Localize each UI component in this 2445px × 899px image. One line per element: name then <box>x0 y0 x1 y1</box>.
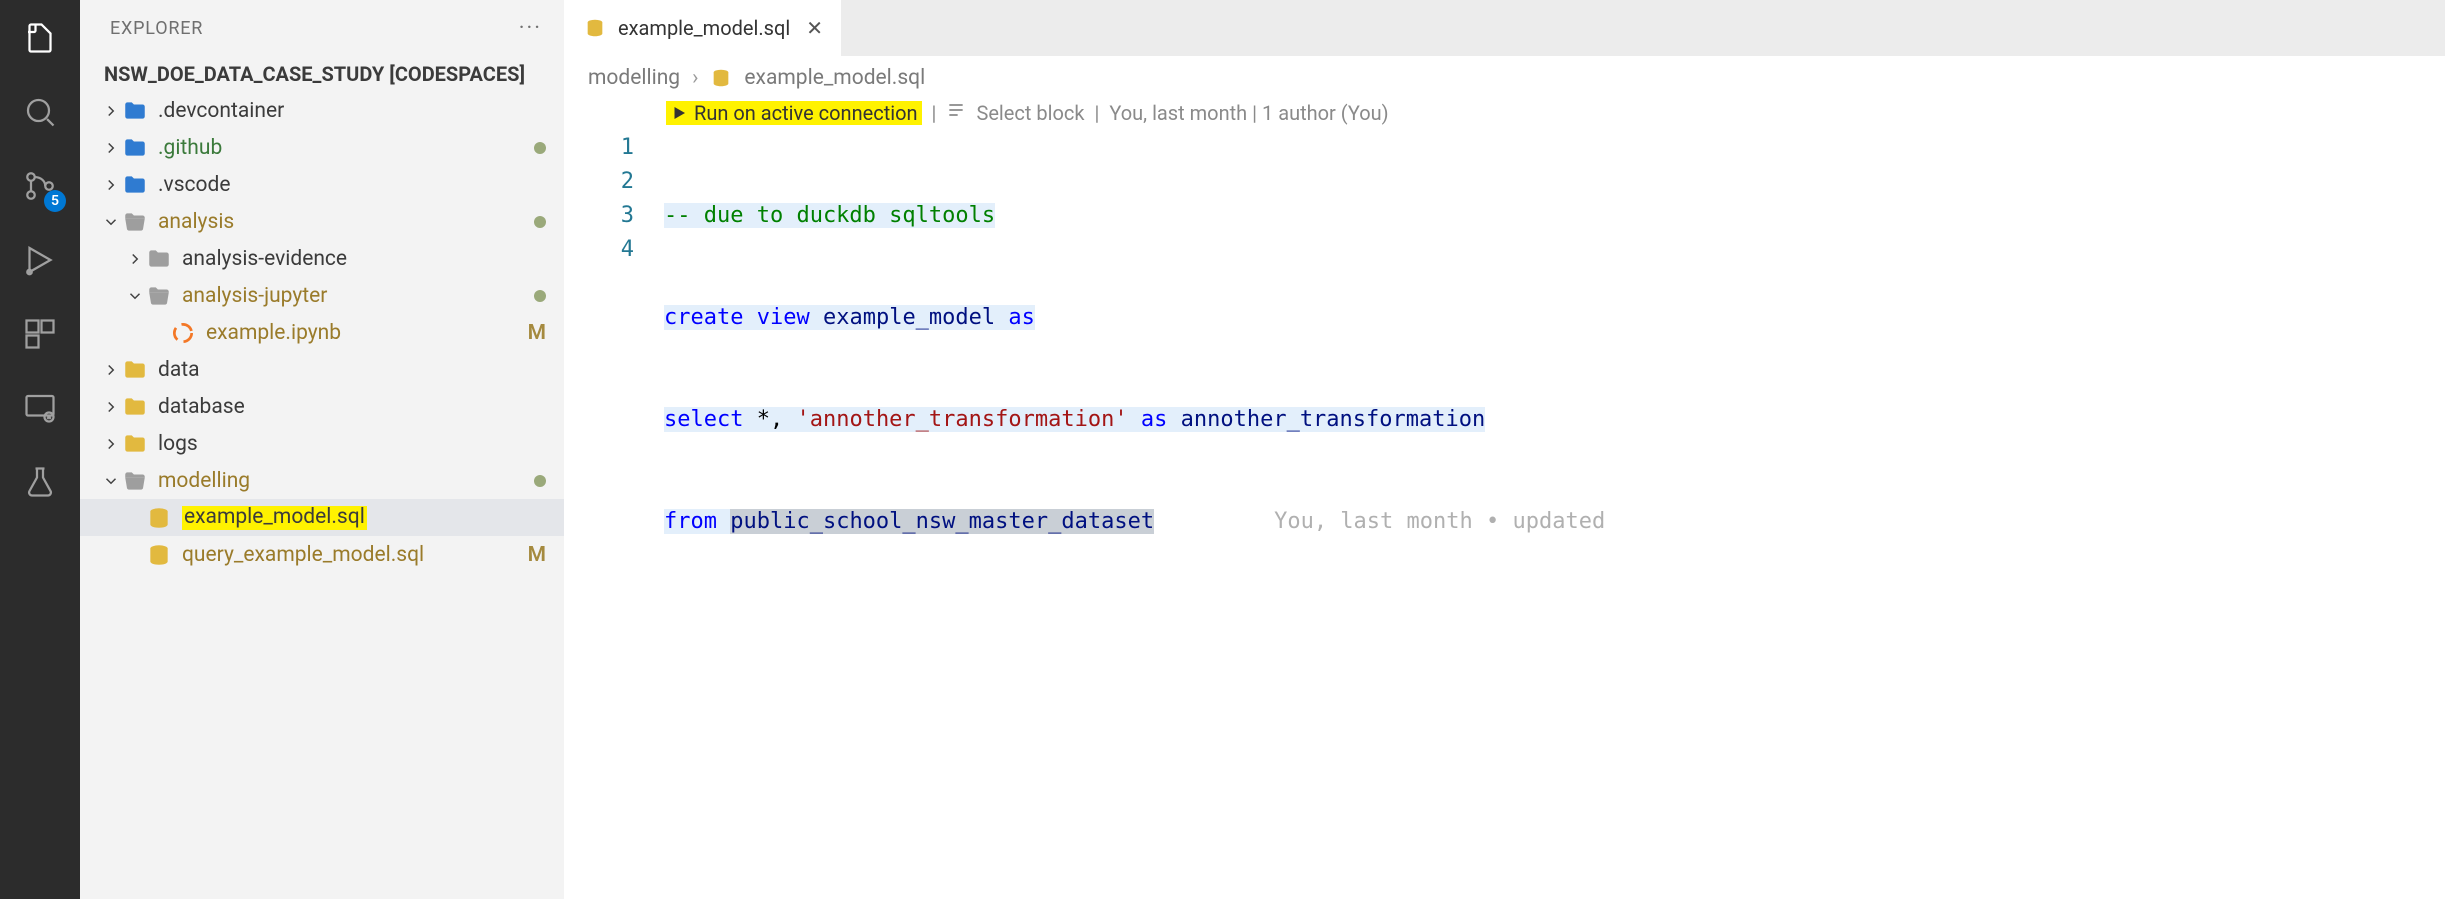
chevron-down-icon <box>124 287 146 305</box>
chevron-right-icon <box>100 398 122 416</box>
chevron-right-icon <box>100 102 122 120</box>
folder-modelling[interactable]: modelling <box>80 462 564 499</box>
folder-github[interactable]: .github <box>80 129 564 166</box>
sql-file-icon <box>146 505 172 531</box>
folder-analysis[interactable]: analysis <box>80 203 564 240</box>
explorer-sidebar: EXPLORER ··· NSW_DOE_DATA_CASE_STUDY [CO… <box>80 0 564 899</box>
folder-label: analysis <box>158 210 534 234</box>
activity-bar: 5 <box>0 0 80 899</box>
file-example-ipynb[interactable]: example.ipynb M <box>80 314 564 351</box>
tab-example-model[interactable]: example_model.sql ✕ <box>564 0 841 56</box>
run-debug-icon[interactable] <box>16 236 64 284</box>
chevron-down-icon <box>100 472 122 490</box>
folder-analysis-evidence[interactable]: analysis-evidence <box>80 240 564 277</box>
git-dot-icon <box>534 142 546 154</box>
sql-file-icon <box>710 67 732 89</box>
folder-data[interactable]: data <box>80 351 564 388</box>
folder-devcontainer[interactable]: .devcontainer <box>80 92 564 129</box>
folder-label: analysis-evidence <box>182 247 546 271</box>
git-status-modified: M <box>528 321 546 345</box>
close-icon[interactable]: ✕ <box>802 16 827 40</box>
folder-vscode[interactable]: .vscode <box>80 166 564 203</box>
folder-open-icon <box>122 209 148 235</box>
tab-label: example_model.sql <box>618 16 790 40</box>
folder-icon <box>122 357 148 383</box>
project-name: NSW_DOE_DATA_CASE_STUDY [CODESPACES] <box>104 62 525 86</box>
folder-label: data <box>158 358 546 382</box>
folder-label: .devcontainer <box>158 99 546 123</box>
code-content[interactable]: -- due to duckdb sqltools create view ex… <box>664 131 2445 607</box>
folder-icon <box>122 98 148 124</box>
extensions-icon[interactable] <box>16 310 64 358</box>
chevron-right-icon <box>100 176 122 194</box>
chevron-right-icon <box>124 250 146 268</box>
project-root[interactable]: NSW_DOE_DATA_CASE_STUDY [CODESPACES] <box>80 56 564 92</box>
folder-label: .vscode <box>158 173 546 197</box>
file-example-model-sql[interactable]: example_model.sql <box>80 499 564 536</box>
chevron-right-icon <box>100 361 122 379</box>
breadcrumb-segment[interactable]: example_model.sql <box>744 66 925 90</box>
tab-strip: example_model.sql ✕ <box>564 0 2445 56</box>
sql-file-icon <box>146 542 172 568</box>
explorer-icon[interactable] <box>16 14 64 62</box>
select-block-action[interactable]: Select block <box>976 101 1084 125</box>
folder-logs[interactable]: logs <box>80 425 564 462</box>
git-dot-icon <box>534 216 546 228</box>
git-status-modified: M <box>528 543 546 567</box>
folder-open-icon <box>122 468 148 494</box>
file-label: query_example_model.sql <box>182 543 528 567</box>
codelens-bar: Run on active connection | Select block … <box>564 96 2445 131</box>
source-control-icon[interactable]: 5 <box>16 162 64 210</box>
file-query-example-model-sql[interactable]: query_example_model.sql M <box>80 536 564 573</box>
folder-analysis-jupyter[interactable]: analysis-jupyter <box>80 277 564 314</box>
folder-database[interactable]: database <box>80 388 564 425</box>
author-info[interactable]: You, last month | 1 author (You) <box>1109 101 1388 125</box>
explorer-more-icon[interactable]: ··· <box>519 16 542 41</box>
git-blame-inline: You, last month • updated <box>1274 505 1618 539</box>
chevron-right-icon <box>100 435 122 453</box>
code-editor[interactable]: 1234 -- due to duckdb sqltools create vi… <box>564 131 2445 607</box>
remote-explorer-icon[interactable] <box>16 384 64 432</box>
file-tree: .devcontainer .github .vscode analysis a… <box>80 92 564 573</box>
run-on-connection-action[interactable]: Run on active connection <box>666 101 922 125</box>
source-control-badge: 5 <box>44 190 66 212</box>
explorer-header: EXPLORER ··· <box>80 0 564 56</box>
sql-file-icon <box>584 17 606 39</box>
folder-label: database <box>158 395 546 419</box>
select-block-icon <box>946 100 966 125</box>
line-gutter: 1234 <box>564 131 664 607</box>
file-label: example_model.sql <box>182 505 546 529</box>
git-dot-icon <box>534 290 546 302</box>
folder-icon <box>122 135 148 161</box>
chevron-down-icon <box>100 213 122 231</box>
file-label: example.ipynb <box>206 321 528 345</box>
search-icon[interactable] <box>16 88 64 136</box>
folder-icon <box>122 394 148 420</box>
explorer-title: EXPLORER <box>110 18 203 39</box>
editor-area: example_model.sql ✕ modelling › example_… <box>564 0 2445 899</box>
folder-label: modelling <box>158 469 534 493</box>
breadcrumb-segment[interactable]: modelling <box>588 66 680 90</box>
chevron-right-icon: › <box>692 66 698 90</box>
folder-icon <box>146 246 172 272</box>
chevron-right-icon <box>100 139 122 157</box>
jupyter-icon <box>170 320 196 346</box>
folder-icon <box>122 172 148 198</box>
folder-icon <box>122 431 148 457</box>
folder-open-icon <box>146 283 172 309</box>
folder-label: logs <box>158 432 546 456</box>
testing-icon[interactable] <box>16 458 64 506</box>
folder-label: .github <box>158 136 534 160</box>
breadcrumb[interactable]: modelling › example_model.sql <box>564 56 2445 96</box>
folder-label: analysis-jupyter <box>182 284 534 308</box>
git-dot-icon <box>534 475 546 487</box>
